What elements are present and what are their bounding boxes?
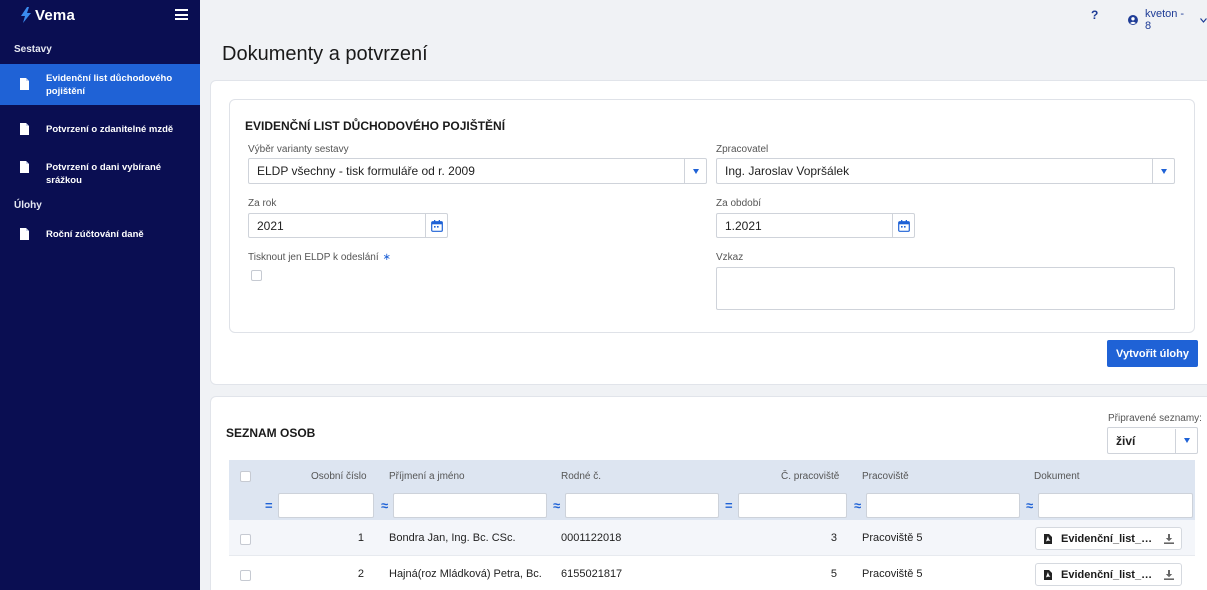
dropdown-arrow-icon[interactable] — [684, 159, 706, 183]
message-label: Vzkaz — [716, 252, 744, 263]
processor-value: Ing. Jaroslav Vopršálek — [725, 164, 850, 178]
document-name: Evidenční_list_důchodového_pojištění — [1061, 568, 1155, 581]
user-menu[interactable]: kveton - 8 — [1128, 8, 1207, 32]
required-marker: ∗ — [382, 252, 392, 263]
cell-rodne-cislo: 6155021817 — [561, 568, 623, 580]
sidebar-item-rocni-zuctovani[interactable]: Roční zúčtování daně — [0, 219, 200, 249]
column-header-prijmeni[interactable]: Příjmení a jméno — [389, 471, 465, 482]
variant-select[interactable]: ELDP všechny - tisk formuláře od r. 2009 — [248, 158, 707, 184]
sidebar-item-dan-srazkou[interactable]: Potvrzení o dani vybírané srážkou — [0, 152, 200, 186]
sidebar-item-zdanitelna-mzda[interactable]: Potvrzení o zdanitelné mzdě — [0, 114, 200, 144]
filter-prijmeni[interactable] — [393, 493, 547, 518]
column-header-dokument[interactable]: Dokument — [1034, 471, 1080, 482]
pdf-file-icon — [1044, 569, 1052, 580]
prepared-lists-label: Připravené seznamy: — [1108, 413, 1202, 424]
filter-osobni-cislo[interactable] — [278, 493, 374, 518]
pdf-file-icon — [1044, 533, 1052, 544]
form-title: EVIDENČNÍ LIST DŮCHODOVÉHO POJIŠTĚNÍ — [245, 119, 506, 133]
print-only-text: Tisknout jen ELDP k odeslání — [248, 252, 379, 263]
prepared-lists-value: živí — [1116, 433, 1136, 448]
dropdown-arrow-icon[interactable] — [1175, 428, 1197, 453]
filter-operator[interactable]: ≈ — [1026, 498, 1033, 513]
variant-label: Výběr varianty sestavy — [248, 144, 349, 155]
calendar-icon[interactable] — [892, 214, 914, 237]
column-header-rodne-cislo[interactable]: Rodné č. — [561, 471, 601, 482]
sidebar-item-label: Roční zúčtování daně — [46, 229, 144, 240]
download-icon — [1164, 569, 1174, 580]
filter-rodne-cislo[interactable] — [565, 493, 719, 518]
sidebar-item-label: Potvrzení o zdanitelné mzdě — [46, 124, 174, 135]
year-label: Za rok — [248, 198, 277, 209]
document-name: Evidenční_list_důchodového_pojištění — [1061, 532, 1155, 545]
help-button[interactable]: ? — [1091, 8, 1098, 22]
page-title: Dokumenty a potvrzení — [222, 43, 428, 65]
period-input[interactable]: 1.2021 — [716, 213, 915, 238]
message-textarea[interactable] — [716, 267, 1175, 310]
document-download-button[interactable]: Evidenční_list_důchodového_pojištění — [1035, 527, 1182, 550]
filter-dokument[interactable] — [1038, 493, 1193, 518]
column-header-c-pracoviste[interactable]: Č. pracoviště — [781, 471, 839, 482]
filter-operator[interactable]: ≈ — [553, 498, 560, 513]
list-title: SEZNAM OSOB — [226, 426, 316, 440]
dropdown-arrow-icon[interactable] — [1152, 159, 1174, 183]
sidebar-section-ulohy: Úlohy — [14, 200, 42, 211]
sidebar-item-label: Potvrzení o dani vybírané srážkou — [46, 162, 162, 186]
year-input[interactable]: 2021 — [248, 213, 448, 238]
filter-operator[interactable]: = — [265, 498, 273, 513]
calendar-icon[interactable] — [425, 214, 447, 237]
brand-name: Vema — [35, 6, 75, 24]
document-icon — [20, 228, 29, 240]
document-icon — [20, 123, 29, 135]
sidebar: Vema Sestavy Evidenční list důchodového … — [0, 0, 200, 590]
period-value: 1.2021 — [725, 218, 762, 233]
row-checkbox[interactable] — [240, 570, 251, 581]
select-all-checkbox[interactable] — [240, 471, 251, 482]
cell-prijmeni: Hajná(roz Mládková) Petra, Bc. — [389, 568, 542, 580]
filter-operator[interactable]: = — [725, 498, 733, 513]
brand[interactable]: Vema — [20, 6, 75, 24]
print-only-checkbox[interactable] — [251, 270, 262, 281]
sidebar-item-eldp[interactable]: Evidenční list důchodového pojištění — [0, 64, 200, 105]
cell-osobni-cislo: 2 — [357, 568, 364, 580]
cell-osobni-cislo: 1 — [357, 532, 364, 544]
document-icon — [20, 161, 29, 173]
processor-label: Zpracovatel — [716, 144, 769, 155]
cell-c-pracoviste: 3 — [830, 532, 837, 544]
year-value: 2021 — [257, 218, 284, 233]
sidebar-item-label: Evidenční list důchodového pojištění — [46, 73, 173, 97]
cell-pracoviste: Pracoviště 5 — [862, 568, 923, 580]
filter-operator[interactable]: ≈ — [381, 498, 388, 513]
row-checkbox[interactable] — [240, 534, 251, 545]
download-icon — [1164, 533, 1174, 544]
create-tasks-button[interactable]: Vytvořit úlohy — [1107, 340, 1198, 367]
filter-c-pracoviste[interactable] — [738, 493, 847, 518]
sidebar-section-sestavy: Sestavy — [14, 44, 52, 55]
cell-prijmeni: Bondra Jan, Ing. Bc. CSc. — [389, 532, 516, 544]
document-download-button[interactable]: Evidenční_list_důchodového_pojištění — [1035, 563, 1182, 586]
menu-toggle-icon[interactable] — [175, 9, 188, 20]
filter-operator[interactable]: ≈ — [854, 498, 861, 513]
user-name: kveton - 8 — [1144, 8, 1185, 32]
cell-pracoviste: Pracoviště 5 — [862, 532, 923, 544]
filter-pracoviste[interactable] — [866, 493, 1020, 518]
document-icon — [20, 78, 29, 90]
user-icon — [1128, 15, 1138, 25]
column-header-pracoviste[interactable]: Pracoviště — [862, 471, 909, 482]
print-only-label: Tisknout jen ELDP k odeslání ∗ — [248, 252, 391, 263]
processor-select[interactable]: Ing. Jaroslav Vopršálek — [716, 158, 1175, 184]
period-label: Za období — [716, 198, 762, 209]
column-header-osobni-cislo[interactable]: Osobní číslo — [311, 471, 367, 482]
variant-value: ELDP všechny - tisk formuláře od r. 2009 — [257, 164, 475, 178]
prepared-lists-select[interactable]: živí — [1107, 427, 1198, 454]
vema-logo-icon — [21, 7, 31, 23]
chevron-down-icon — [1200, 17, 1207, 23]
cell-c-pracoviste: 5 — [830, 568, 837, 580]
cell-rodne-cislo: 0001122018 — [561, 532, 622, 544]
